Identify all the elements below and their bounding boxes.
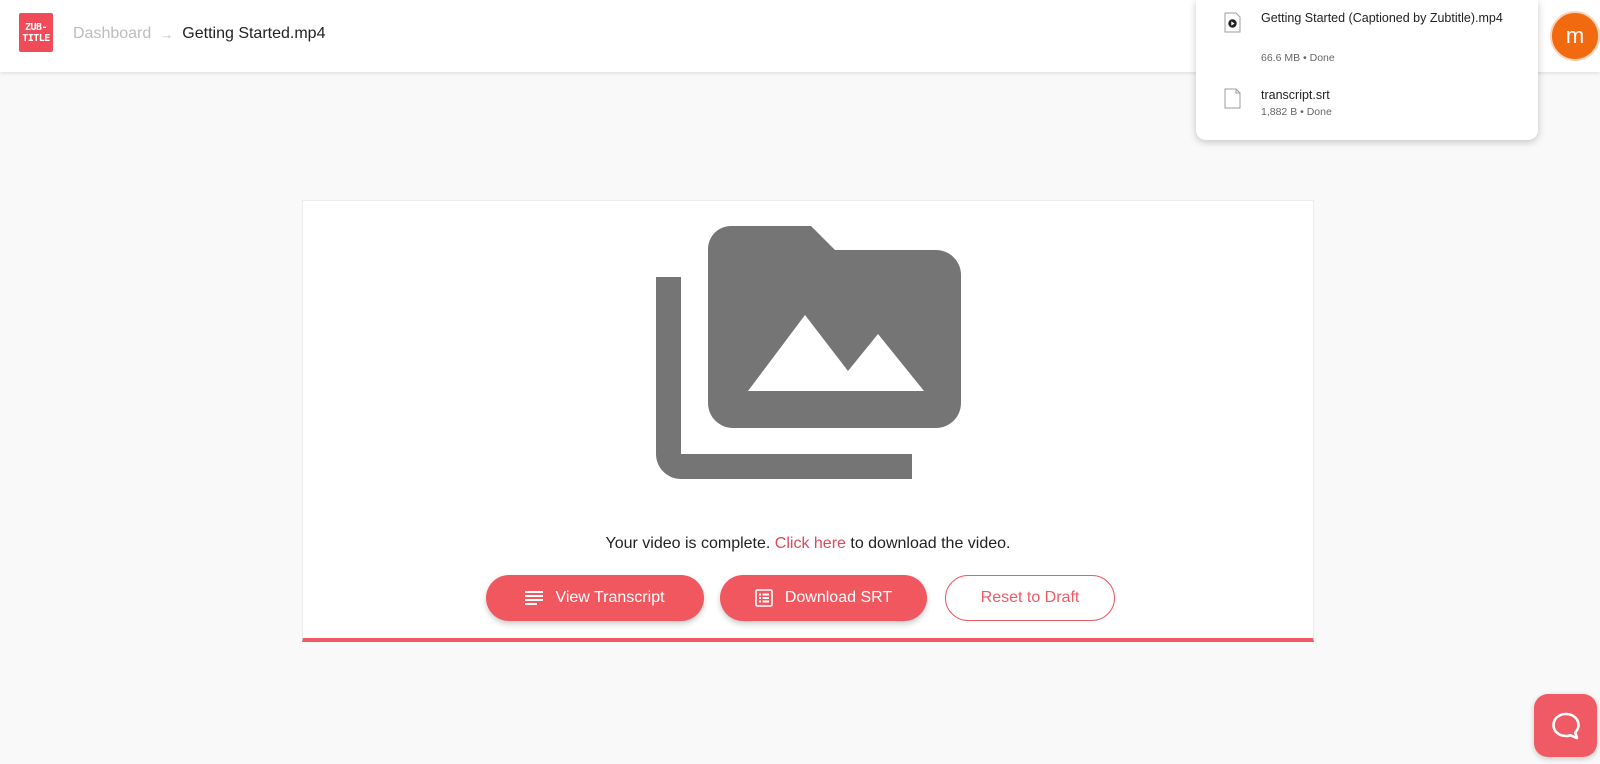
list-document-icon [755, 589, 773, 607]
download-video-link[interactable]: Click here [775, 535, 846, 552]
logo-line-2: TITLE [22, 32, 50, 44]
photo-library-folder-icon [656, 226, 961, 479]
logo-line-1: ZUB- [24, 21, 48, 33]
view-transcript-label: View Transcript [555, 589, 665, 606]
video-complete-message: Your video is complete. Click here to do… [303, 535, 1313, 553]
download-srt-button[interactable]: Download SRT [720, 575, 927, 621]
file-icon [1224, 88, 1241, 109]
zubtitle-logo[interactable]: ZUB- TITLE [19, 13, 53, 52]
user-avatar[interactable]: m [1550, 11, 1600, 61]
download-item[interactable]: Getting Started (Captioned by Zubtitle).… [1196, 0, 1538, 70]
download-srt-label: Download SRT [784, 589, 893, 606]
video-complete-card: Your video is complete. Click here to do… [302, 200, 1314, 642]
breadcrumb-current-page: Getting Started.mp4 [182, 25, 326, 42]
download-item-name: Getting Started (Captioned by Zubtitle).… [1261, 11, 1503, 25]
breadcrumb: Dashboard → Getting Started.mp4 [73, 25, 325, 43]
download-item-status: 1,882 B • Done [1261, 106, 1332, 118]
download-item-name: transcript.srt [1261, 88, 1330, 102]
notes-lines-icon [525, 591, 544, 605]
chat-bubble-icon [1551, 712, 1580, 739]
reset-to-draft-button[interactable]: Reset to Draft [945, 575, 1115, 621]
help-chat-button[interactable] [1534, 694, 1597, 757]
downloads-popup: Getting Started (Captioned by Zubtitle).… [1196, 0, 1538, 140]
video-file-icon [1224, 12, 1241, 33]
download-item-status: 66.6 MB • Done [1261, 52, 1335, 64]
view-transcript-button[interactable]: View Transcript [486, 575, 704, 621]
reset-to-draft-label: Reset to Draft [980, 589, 1080, 606]
breadcrumb-dashboard-link[interactable]: Dashboard [73, 25, 151, 43]
download-item[interactable]: transcript.srt 1,882 B • Done [1196, 76, 1538, 126]
message-text-after: to download the video. [845, 535, 1011, 552]
message-text-before: Your video is complete. [605, 535, 775, 552]
breadcrumb-arrow-icon: → [160, 26, 174, 42]
